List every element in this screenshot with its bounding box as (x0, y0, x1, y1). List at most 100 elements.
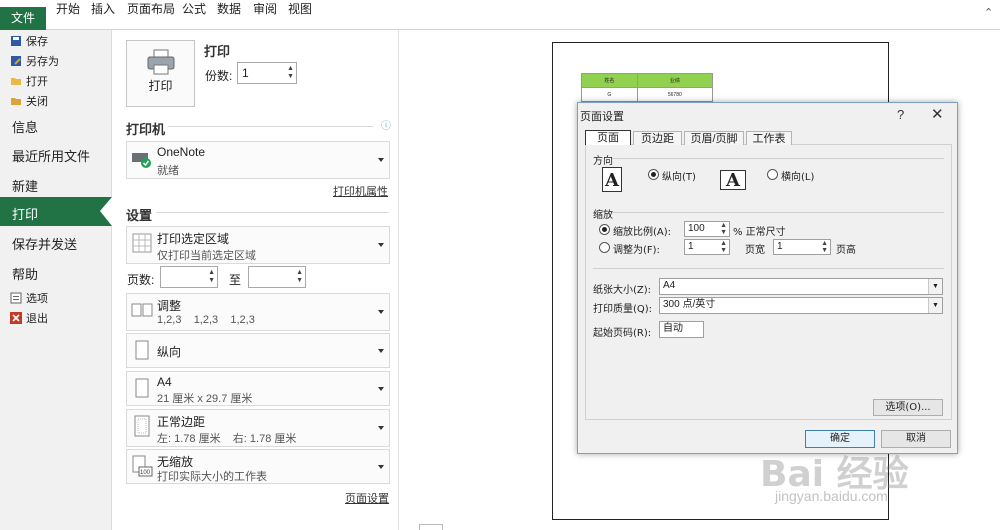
minimize-ribbon-icon[interactable]: ⌃ (984, 6, 993, 19)
printer-properties-link[interactable]: 打印机属性 (333, 183, 388, 199)
tab-page[interactable]: 页面 (585, 130, 631, 145)
fit-to-label[interactable]: 调整为(F): (613, 241, 660, 256)
adjust-suffix: % 正常尺寸 (733, 227, 786, 238)
print-button[interactable]: 打印 (126, 40, 195, 107)
tab-insert[interactable]: 插入 (91, 0, 115, 17)
scaling-group-label: 缩放 (593, 210, 613, 221)
nav-save-send[interactable]: 保存并发送 (12, 234, 77, 253)
printer-dropdown[interactable]: OneNote 就绪 (126, 141, 390, 179)
tab-header-footer[interactable]: 页眉/页脚 (684, 131, 744, 145)
help-icon[interactable]: ? (897, 107, 904, 122)
preview-nav-control[interactable] (419, 524, 443, 530)
print-quality-select[interactable]: 300 点/英寸 ▼ (659, 297, 943, 314)
nav-close[interactable]: 关闭 (10, 93, 48, 109)
close-icon[interactable]: ✕ (931, 105, 944, 123)
page-setup-link[interactable]: 页面设置 (345, 490, 389, 506)
fit-tall-input[interactable]: 1 ▲ ▼ (773, 239, 831, 255)
baidu-watermark-url: jingyan.baidu.com (775, 488, 888, 504)
nav-new[interactable]: 新建 (12, 176, 38, 195)
pages-to-input[interactable]: ▲ ▼ (248, 266, 306, 288)
landscape-label[interactable]: 横向(L) (781, 168, 814, 183)
copies-input[interactable]: 1 ▲ ▼ (237, 62, 297, 84)
tab-view[interactable]: 视图 (288, 0, 312, 17)
print-area-dropdown[interactable]: 打印选定区域 仅打印当前选定区域 (126, 226, 390, 264)
table-cell: G (581, 87, 638, 102)
tab-file[interactable]: 文件 (0, 7, 46, 30)
adjust-to-label[interactable]: 缩放比例(A): (613, 223, 671, 238)
spinner-icon[interactable]: ▲ ▼ (287, 65, 294, 81)
chevron-down-icon (378, 426, 384, 430)
spinner-icon[interactable]: ▲ ▼ (720, 240, 727, 254)
nav-print[interactable]: 打印 (12, 204, 38, 223)
fit-tall-label: 页高 (836, 245, 856, 256)
nav-help[interactable]: 帮助 (12, 264, 38, 283)
orientation-group-label: 方向 (593, 156, 613, 167)
tab-margins[interactable]: 页边距 (633, 131, 682, 145)
dialog-title: 页面设置 (580, 111, 624, 123)
pages-label: 页数: (127, 273, 155, 287)
print-heading: 打印 (204, 44, 231, 59)
nav-options[interactable]: 选项 (10, 290, 48, 306)
exit-icon (10, 312, 22, 324)
sheet-selection-icon (132, 233, 152, 253)
nav-exit[interactable]: 退出 (10, 310, 48, 326)
nav-recent[interactable]: 最近所用文件 (12, 146, 90, 165)
nav-open[interactable]: 打开 (10, 73, 48, 89)
landscape-radio[interactable] (767, 169, 778, 180)
printer-heading: 打印机 (126, 122, 166, 137)
adjust-to-input[interactable]: 100 ▲ ▼ (684, 221, 730, 237)
tab-review[interactable]: 审阅 (253, 0, 277, 17)
paper-size-select[interactable]: A4 ▼ (659, 278, 943, 295)
pages-from-input[interactable]: ▲ ▼ (160, 266, 218, 288)
no-scaling-icon: 100 (132, 455, 153, 477)
paper-size-label: 纸张大小(Z): (593, 285, 652, 296)
tab-home[interactable]: 开始 (56, 0, 80, 17)
adjust-to-radio[interactable] (599, 224, 610, 235)
chevron-down-icon[interactable]: ▼ (928, 298, 942, 313)
save-as-icon (10, 55, 22, 67)
spinner-icon[interactable]: ▲ ▼ (208, 269, 215, 285)
portrait-page-icon: A (602, 167, 622, 192)
save-icon (10, 35, 22, 47)
options-icon (10, 292, 22, 304)
divider (612, 212, 944, 213)
table-cell: 56780 (636, 87, 714, 102)
portrait-radio[interactable] (648, 169, 659, 180)
scaling-dropdown[interactable]: 100 无缩放 打印实际大小的工作表 (126, 449, 390, 484)
divider (168, 126, 373, 127)
first-page-label: 起始页码(R): (593, 328, 652, 339)
chevron-down-icon (378, 386, 384, 391)
print-quality-label: 打印质量(Q): (593, 304, 653, 315)
fit-wide-label: 页宽 (745, 245, 765, 256)
copies-label: 份数: (205, 69, 233, 83)
tab-page-layout[interactable]: 页面布局 (127, 0, 175, 17)
chevron-down-icon (378, 348, 384, 353)
options-button[interactable]: 选项(O)... (873, 399, 943, 416)
nav-save[interactable]: 保存 (10, 33, 48, 49)
folder-close-icon (10, 95, 22, 107)
portrait-icon (135, 340, 149, 360)
pages-to-label: 至 (229, 273, 242, 287)
portrait-label[interactable]: 纵向(T) (662, 168, 696, 183)
tab-data[interactable]: 数据 (217, 0, 241, 17)
collate-dropdown[interactable]: 调整 1,2,3 1,2,3 1,2,3 (126, 293, 390, 331)
fit-to-radio[interactable] (599, 242, 610, 253)
chevron-down-icon[interactable]: ▼ (928, 279, 942, 294)
tab-sheet[interactable]: 工作表 (746, 131, 792, 145)
table-header-cell: 业绩 (636, 73, 714, 88)
settings-heading: 设置 (126, 208, 153, 223)
spinner-icon[interactable]: ▲ ▼ (720, 222, 727, 236)
spinner-icon[interactable]: ▲ ▼ (296, 269, 303, 285)
tab-formulas[interactable]: 公式 (182, 0, 206, 17)
first-page-input[interactable]: 自动 (659, 321, 704, 338)
collate-icon (131, 303, 153, 317)
info-icon[interactable]: ⓘ (381, 117, 391, 132)
nav-save-as[interactable]: 另存为 (10, 53, 59, 69)
fit-wide-input[interactable]: 1 ▲ ▼ (684, 239, 730, 255)
orientation-dropdown[interactable]: 纵向 (126, 333, 390, 368)
nav-info[interactable]: 信息 (12, 117, 38, 136)
margins-dropdown[interactable]: 正常边距 左: 1.78 厘米 右: 1.78 厘米 (126, 409, 390, 447)
paper-icon (135, 378, 149, 398)
spinner-icon[interactable]: ▲ ▼ (821, 240, 828, 254)
paper-size-dropdown[interactable]: A4 21 厘米 x 29.7 厘米 (126, 371, 390, 406)
